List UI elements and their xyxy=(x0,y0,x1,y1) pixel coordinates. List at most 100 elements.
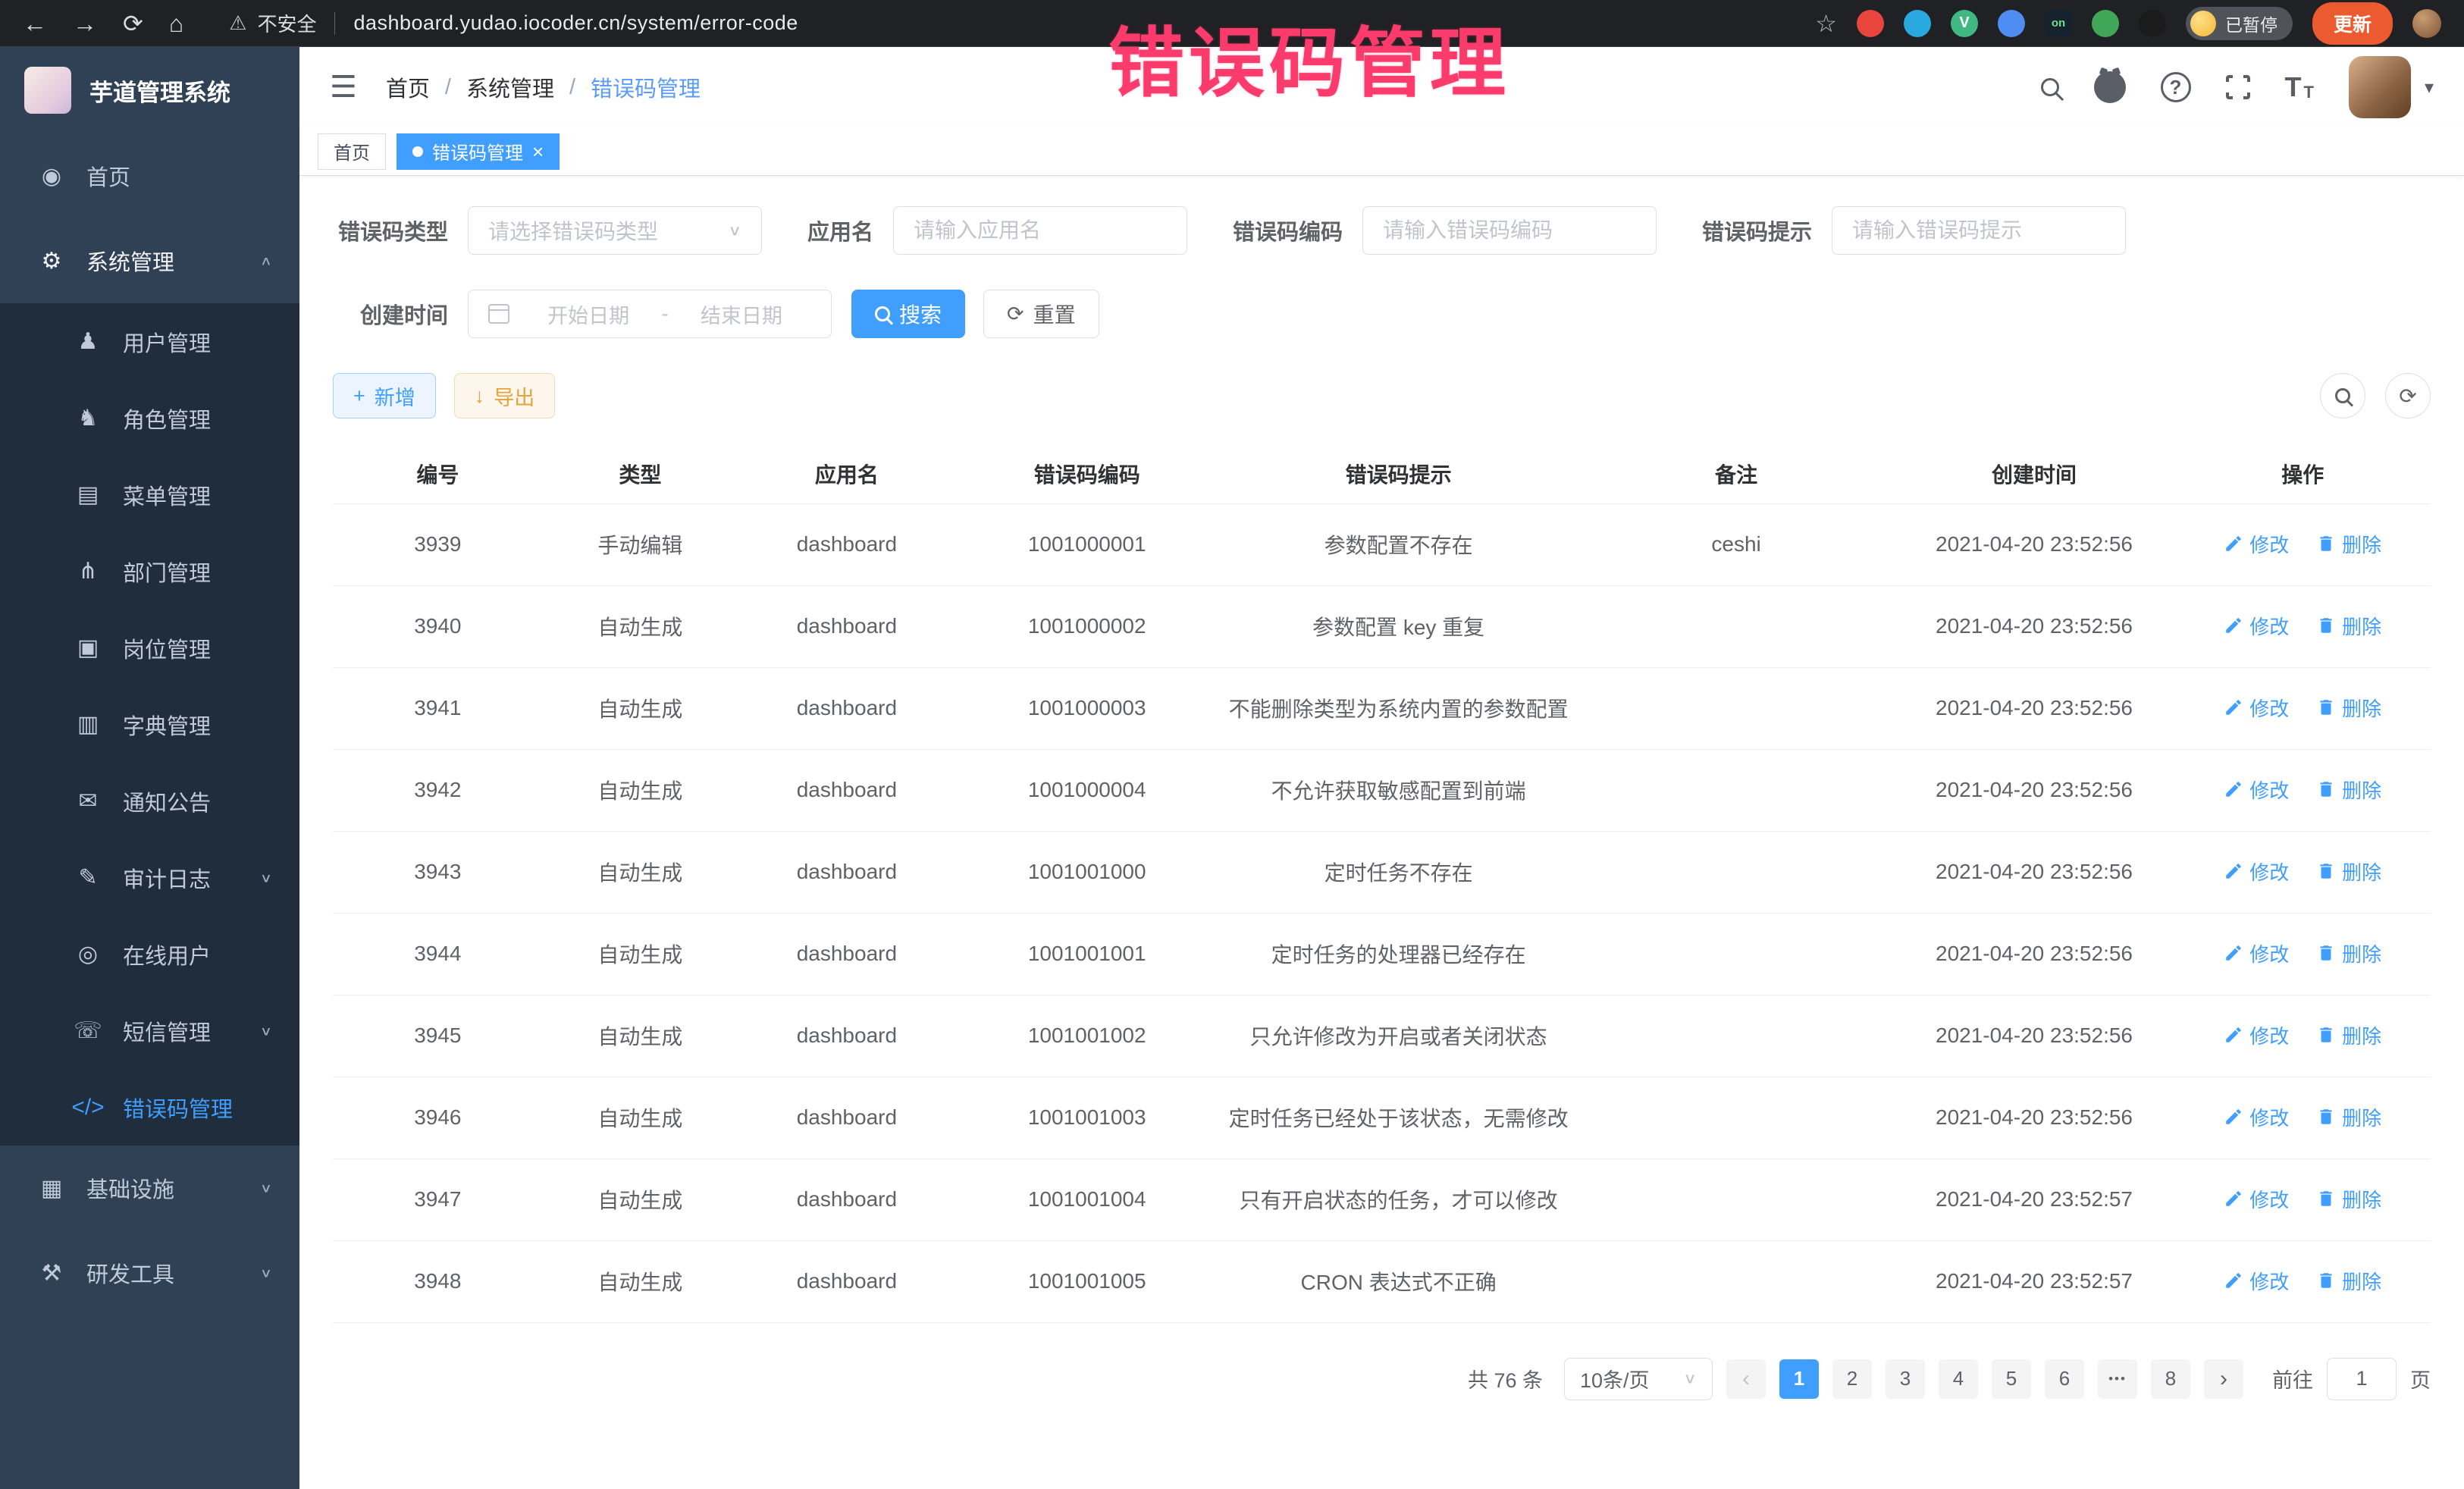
user-avatar[interactable] xyxy=(2349,56,2411,118)
reset-button[interactable]: ⟳ 重置 xyxy=(983,290,1099,338)
cell-app: dashboard xyxy=(738,831,956,913)
error-code-input[interactable] xyxy=(1362,206,1657,255)
cell-type: 自动生成 xyxy=(543,1077,738,1158)
sidebar-item-label: 菜单管理 xyxy=(123,479,211,511)
reload-icon[interactable]: ⟳ xyxy=(123,11,143,36)
page-button[interactable]: 6 xyxy=(2045,1359,2084,1399)
goto-page-input[interactable] xyxy=(2327,1358,2397,1400)
sidebar-item[interactable]: ♞ 角色管理 xyxy=(0,380,299,456)
add-button[interactable]: + 新增 xyxy=(333,373,436,418)
sidebar-item[interactable]: ✎ 审计日志 ∨ xyxy=(0,839,299,916)
delete-link[interactable]: 删除 xyxy=(2316,939,2381,967)
edit-link[interactable]: 修改 xyxy=(2224,857,2289,886)
sidebar-item[interactable]: ▥ 字典管理 xyxy=(0,686,299,763)
paused-extension-badge[interactable]: 已暂停 xyxy=(2186,7,2293,40)
edit-link[interactable]: 修改 xyxy=(2224,612,2289,640)
sidebar-item[interactable]: </> 错误码管理 xyxy=(0,1069,299,1146)
font-size-icon[interactable]: T T xyxy=(2285,74,2314,101)
edit-link[interactable]: 修改 xyxy=(2224,694,2289,722)
refresh-table-button[interactable]: ⟳ xyxy=(2385,373,2431,418)
pagination: 共 76 条 10条/页 ∨ ‹ 1 2 3 4 xyxy=(333,1358,2431,1434)
edit-icon xyxy=(2224,1025,2243,1045)
breadcrumb-home[interactable]: 首页 xyxy=(386,71,430,103)
search-icon[interactable] xyxy=(2041,78,2059,96)
sidebar-item[interactable]: ☏ 短信管理 ∨ xyxy=(0,992,299,1069)
delete-link[interactable]: 删除 xyxy=(2316,1185,2381,1213)
page-button[interactable]: 4 xyxy=(1939,1359,1978,1399)
url-text[interactable]: dashboard.yudao.iocoder.cn/system/error-… xyxy=(353,11,798,35)
delete-link[interactable]: 删除 xyxy=(2316,1103,2381,1131)
error-msg-input[interactable] xyxy=(1832,206,2126,255)
back-icon[interactable]: ← xyxy=(23,11,47,36)
export-button[interactable]: ↓ 导出 xyxy=(454,373,556,418)
prev-page-button[interactable]: ‹ xyxy=(1726,1359,1766,1399)
delete-link[interactable]: 删除 xyxy=(2316,530,2381,558)
extension-puzzle-icon[interactable] xyxy=(2139,10,2166,37)
delete-link[interactable]: 删除 xyxy=(2316,612,2381,640)
sidebar-item[interactable]: ▣ 岗位管理 xyxy=(0,610,299,686)
sidebar-item[interactable]: ▦ 基础设施 ∨ xyxy=(0,1146,299,1230)
breadcrumb-system[interactable]: 系统管理 xyxy=(466,71,554,103)
search-button[interactable]: 搜索 xyxy=(851,290,965,338)
search-toggle-button[interactable] xyxy=(2320,373,2365,418)
fullscreen-icon[interactable] xyxy=(2226,75,2250,99)
page-button[interactable]: 2 xyxy=(1832,1359,1872,1399)
caret-down-icon[interactable]: ▾ xyxy=(2425,77,2434,99)
page-button[interactable]: 8 xyxy=(2151,1359,2190,1399)
extension-grid-icon[interactable] xyxy=(1998,10,2025,37)
hamburger-icon[interactable]: ☰ xyxy=(330,70,357,105)
update-button[interactable]: 更新 xyxy=(2312,2,2393,45)
bookmark-star-icon[interactable]: ☆ xyxy=(1815,9,1837,38)
delete-link[interactable]: 删除 xyxy=(2316,694,2381,722)
sidebar-item[interactable]: ⋔ 部门管理 xyxy=(0,533,299,610)
page-button[interactable]: 3 xyxy=(1886,1359,1925,1399)
edit-link[interactable]: 修改 xyxy=(2224,1185,2289,1213)
chevron-icon: ∨ xyxy=(260,1023,272,1039)
address-bar[interactable]: ⚠ 不安全 dashboard.yudao.iocoder.cn/system/… xyxy=(229,9,798,37)
close-icon[interactable]: × xyxy=(532,142,544,161)
edit-link[interactable]: 修改 xyxy=(2224,1021,2289,1049)
extension-leaf-icon[interactable] xyxy=(2092,10,2119,37)
tab[interactable]: 首页 × xyxy=(318,133,386,170)
home-icon[interactable]: ⌂ xyxy=(169,11,183,36)
delete-link[interactable]: 删除 xyxy=(2316,776,2381,804)
main-area: ☰ 首页 / 系统管理 / 错误码管理 ? T T ▾ xyxy=(299,47,2464,1489)
extension-pin-icon[interactable] xyxy=(1904,10,1931,37)
sidebar-item[interactable]: ⚒ 研发工具 ∨ xyxy=(0,1230,299,1315)
delete-link[interactable]: 删除 xyxy=(2316,857,2381,886)
page-button[interactable]: 5 xyxy=(1992,1359,2031,1399)
forward-icon[interactable]: → xyxy=(73,11,97,36)
next-page-button[interactable]: › xyxy=(2204,1359,2243,1399)
github-icon[interactable] xyxy=(2094,71,2126,103)
delete-link[interactable]: 删除 xyxy=(2316,1021,2381,1049)
extension-on-icon[interactable]: on xyxy=(2045,10,2072,37)
help-icon[interactable]: ? xyxy=(2161,72,2191,102)
error-type-select[interactable]: 请选择错误码类型 ∨ xyxy=(468,206,762,255)
delete-link-label: 删除 xyxy=(2342,1103,2381,1131)
edit-link[interactable]: 修改 xyxy=(2224,776,2289,804)
sidebar-item[interactable]: ◉ 首页 xyxy=(0,133,299,218)
page-button[interactable]: ••• xyxy=(2098,1359,2137,1399)
edit-link[interactable]: 修改 xyxy=(2224,1267,2289,1295)
profile-avatar[interactable] xyxy=(2412,9,2441,38)
sidebar-item[interactable]: ⚙ 系统管理 ∧ xyxy=(0,218,299,303)
chevron-down-icon: ∨ xyxy=(1683,1370,1697,1387)
sidebar-item[interactable]: ✉ 通知公告 xyxy=(0,763,299,839)
edit-link[interactable]: 修改 xyxy=(2224,1103,2289,1131)
page-button[interactable]: 1 xyxy=(1779,1359,1819,1399)
tab[interactable]: 错误码管理 × xyxy=(397,133,560,170)
edit-link[interactable]: 修改 xyxy=(2224,939,2289,967)
delete-link[interactable]: 删除 xyxy=(2316,1267,2381,1295)
sidebar-item[interactable]: ♟ 用户管理 xyxy=(0,303,299,380)
vue-devtools-icon[interactable]: V xyxy=(1951,10,1978,37)
edit-link[interactable]: 修改 xyxy=(2224,530,2289,558)
plus-icon: + xyxy=(353,386,365,406)
infra-icon: ▦ xyxy=(35,1175,68,1202)
extension-red-icon[interactable] xyxy=(1857,10,1884,37)
app-logo[interactable]: 芋道管理系统 xyxy=(0,47,299,133)
sidebar-item[interactable]: ◎ 在线用户 xyxy=(0,916,299,992)
sidebar-item[interactable]: ▤ 菜单管理 xyxy=(0,456,299,533)
date-range-picker[interactable]: 开始日期 - 结束日期 xyxy=(468,290,832,338)
app-name-input[interactable] xyxy=(893,206,1187,255)
page-size-select[interactable]: 10条/页 ∨ xyxy=(1564,1358,1713,1400)
